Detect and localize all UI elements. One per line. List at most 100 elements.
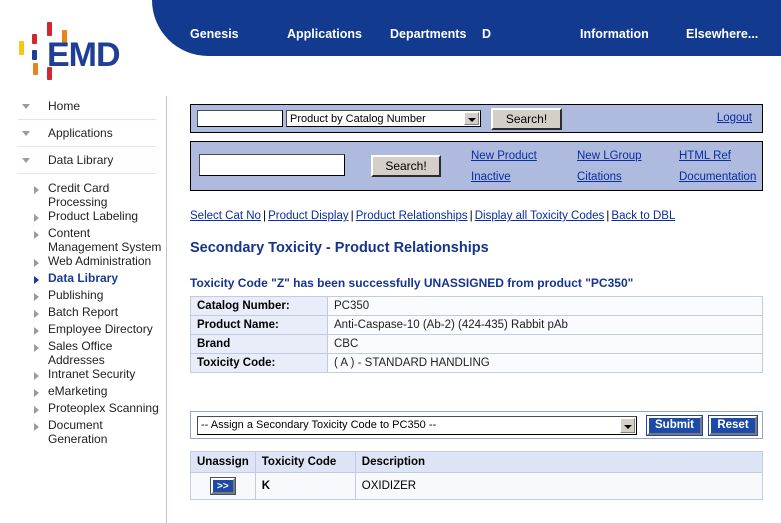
breadcrumb-separator: | xyxy=(468,208,475,222)
assigned-toxicity-table: Unassign Toxicity Code Description >> K … xyxy=(190,451,763,500)
table-header-row: Unassign Toxicity Code Description xyxy=(191,452,763,473)
sidebar-item-label: Credit Card Processing xyxy=(48,181,166,209)
sidebar-item-label: Proteoplex Scanning xyxy=(48,401,166,415)
sidebar-item-proteoplex-scanning[interactable]: Proteoplex Scanning xyxy=(0,401,166,418)
sidebar-item-credit-card-processing[interactable]: Credit Card Processing xyxy=(0,181,166,209)
breadcrumb-link-display-all-toxicity-codes[interactable]: Display all Toxicity Codes xyxy=(475,210,605,222)
main-content: Product by Catalog Number Search! Logout… xyxy=(168,96,781,523)
status-message: Toxicity Code "Z" has been successfully … xyxy=(190,276,633,290)
search-type-select[interactable]: Product by Catalog Number xyxy=(286,110,481,127)
sidebar-item-applications[interactable]: Applications xyxy=(0,123,166,145)
chevron-right-icon xyxy=(34,344,39,352)
logout-link[interactable]: Logout xyxy=(717,112,752,124)
link-citations[interactable]: Citations xyxy=(577,171,622,183)
sidebar-divider xyxy=(18,146,156,147)
secondary-search-input[interactable] xyxy=(199,154,345,176)
emd-logo: EMD xyxy=(14,22,134,84)
sidebar-item-product-labeling[interactable]: Product Labeling xyxy=(0,209,166,226)
page-banner: EMD Genesis Applications Departments D I… xyxy=(0,0,781,90)
detail-label-catalog-number: Catalog Number: xyxy=(191,297,328,316)
sidebar-item-label: Home xyxy=(48,99,80,113)
breadcrumb-link-product-display[interactable]: Product Display xyxy=(268,210,349,222)
nav-item-d[interactable]: D xyxy=(482,27,491,41)
sidebar-item-publishing[interactable]: Publishing xyxy=(0,288,166,305)
sidebar-item-label: Intranet Security xyxy=(48,367,166,381)
link-html-ref[interactable]: HTML Ref xyxy=(679,150,731,162)
chevron-right-icon xyxy=(34,186,39,194)
chevron-down-icon[interactable] xyxy=(620,418,635,433)
unassign-button[interactable]: >> xyxy=(211,478,235,494)
chevron-right-icon xyxy=(34,389,39,397)
chevron-right-icon xyxy=(34,406,39,414)
table-row: Toxicity Code: ( A ) - STANDARD HANDLING xyxy=(191,354,763,373)
nav-item-information[interactable]: Information xyxy=(580,27,649,41)
table-row: Product Name: Anti-Caspase-10 (Ab-2) (42… xyxy=(191,316,763,335)
sidebar-item-intranet-security[interactable]: Intranet Security xyxy=(0,367,166,384)
cell-toxicity-code: K xyxy=(255,473,355,500)
unassign-cell: >> xyxy=(191,473,256,500)
chevron-down-icon xyxy=(22,158,30,163)
sidebar-item-data-library-group[interactable]: Data Library xyxy=(0,150,166,172)
detail-value-catalog-number: PC350 xyxy=(328,297,763,316)
sidebar-item-batch-report[interactable]: Batch Report xyxy=(0,305,166,322)
detail-value-brand: CBC xyxy=(328,335,763,354)
link-documentation[interactable]: Documentation xyxy=(679,171,756,183)
reset-button[interactable]: Reset xyxy=(709,416,757,435)
sidebar-item-label: Sales Office Addresses xyxy=(48,339,166,367)
nav-item-departments[interactable]: Departments xyxy=(390,27,466,41)
breadcrumb-link-back-to-dbl[interactable]: Back to DBL xyxy=(611,210,675,222)
sidebar-item-label: Employee Directory xyxy=(48,322,166,336)
product-detail-table: Catalog Number: PC350 Product Name: Anti… xyxy=(190,296,763,373)
primary-search-bar: Product by Catalog Number Search! Logout xyxy=(190,104,763,133)
nav-item-elsewhere[interactable]: Elsewhere... xyxy=(686,27,758,41)
sidebar-item-employee-directory[interactable]: Employee Directory xyxy=(0,322,166,339)
sidebar-item-label: Data Library xyxy=(48,153,113,167)
sidebar-item-label: Web Administration xyxy=(48,254,166,268)
sidebar-item-label: Document Generation xyxy=(48,418,166,446)
submit-button[interactable]: Submit xyxy=(647,416,702,435)
sidebar-item-data-library[interactable]: Data Library xyxy=(0,271,166,288)
detail-label-product-name: Product Name: xyxy=(191,316,328,335)
sidebar-item-home[interactable]: Home xyxy=(0,96,166,118)
assign-toxicity-select[interactable]: -- Assign a Secondary Toxicity Code to P… xyxy=(197,416,637,435)
table-row: >> K OXIDIZER xyxy=(191,473,763,500)
chevron-right-icon xyxy=(34,293,39,301)
chevron-right-icon xyxy=(34,231,39,239)
sidebar-item-emarketing[interactable]: eMarketing xyxy=(0,384,166,401)
emd-logo-text: EMD xyxy=(47,36,120,75)
nav-item-applications[interactable]: Applications xyxy=(287,27,362,41)
breadcrumb: Select Cat No|Product Display|Product Re… xyxy=(190,208,770,222)
column-header-toxicity-code: Toxicity Code xyxy=(255,452,355,473)
link-inactive[interactable]: Inactive xyxy=(471,171,511,183)
nav-item-genesis[interactable]: Genesis xyxy=(190,27,239,41)
sidebar-item-label: eMarketing xyxy=(48,384,166,398)
detail-label-brand: Brand xyxy=(191,335,328,354)
sidebar-item-content-management-system[interactable]: Content Management System xyxy=(0,226,166,254)
link-new-lgroup[interactable]: New LGroup xyxy=(577,150,642,162)
sidebar-item-sales-office-addresses[interactable]: Sales Office Addresses xyxy=(0,339,166,367)
chevron-down-icon[interactable] xyxy=(464,112,479,125)
catalog-search-input[interactable] xyxy=(197,110,283,127)
breadcrumb-link-select-cat-no[interactable]: Select Cat No xyxy=(190,210,261,222)
cell-description: OXIDIZER xyxy=(355,473,762,500)
chevron-right-icon xyxy=(34,276,39,284)
sidebar-divider xyxy=(18,119,156,120)
sidebar-item-label: Data Library xyxy=(48,271,166,285)
breadcrumb-link-product-relationships[interactable]: Product Relationships xyxy=(356,210,468,222)
chevron-down-icon xyxy=(22,104,30,109)
chevron-right-icon xyxy=(34,310,39,318)
secondary-search-button[interactable]: Search! xyxy=(371,155,441,177)
link-new-product[interactable]: New Product xyxy=(471,150,537,162)
primary-search-button[interactable]: Search! xyxy=(491,108,562,130)
page-title: Secondary Toxicity - Product Relationshi… xyxy=(190,240,489,256)
left-sidebar: Home Applications Data Library Credit Ca… xyxy=(0,96,167,523)
chevron-right-icon xyxy=(34,327,39,335)
chevron-right-icon xyxy=(34,259,39,267)
sidebar-item-web-administration[interactable]: Web Administration xyxy=(0,254,166,271)
sidebar-item-document-generation[interactable]: Document Generation xyxy=(0,418,166,446)
sidebar-divider xyxy=(18,173,156,174)
chevron-right-icon xyxy=(34,214,39,222)
search-type-select-value: Product by Catalog Number xyxy=(290,113,426,125)
sidebar-item-label: Applications xyxy=(48,126,113,140)
chevron-down-icon xyxy=(22,131,30,136)
